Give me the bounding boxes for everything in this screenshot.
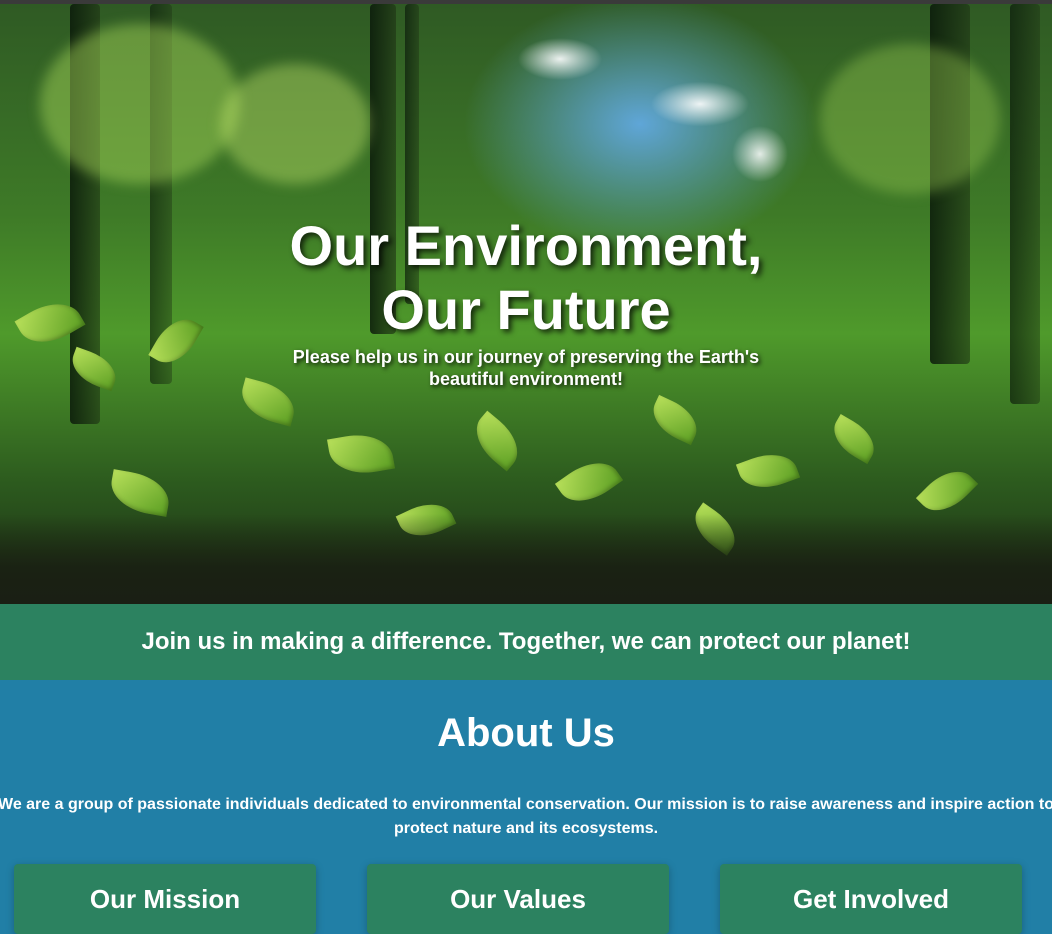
card-title: Our Values (450, 884, 586, 914)
hero-title-line-2: Our Future (381, 278, 671, 341)
hero-section: Our Environment, Our Future Please help … (0, 4, 1052, 604)
hero-title-line-1: Our Environment, (289, 214, 763, 277)
hero-title: Our Environment, Our Future (266, 214, 786, 342)
card-title: Get Involved (792, 884, 950, 914)
about-heading: About Us (437, 711, 615, 755)
call-to-action-banner: Join us in making a difference. Together… (0, 604, 1052, 680)
banner-text: Join us in making a difference. Together… (141, 628, 911, 655)
about-description: We are a group of passionate individuals… (0, 796, 1052, 837)
card-our-mission[interactable]: Our Mission (14, 864, 316, 934)
about-section: About Us We are a group of passionate in… (0, 680, 1052, 934)
card-get-involved[interactable]: Get Involved (720, 864, 1022, 934)
hero-subtitle: Please help us in our journey of preserv… (292, 347, 760, 389)
hero-content: Our Environment, Our Future Please help … (0, 214, 1052, 390)
card-our-values[interactable]: Our Values (367, 864, 669, 934)
card-title: Our Mission (89, 884, 241, 914)
